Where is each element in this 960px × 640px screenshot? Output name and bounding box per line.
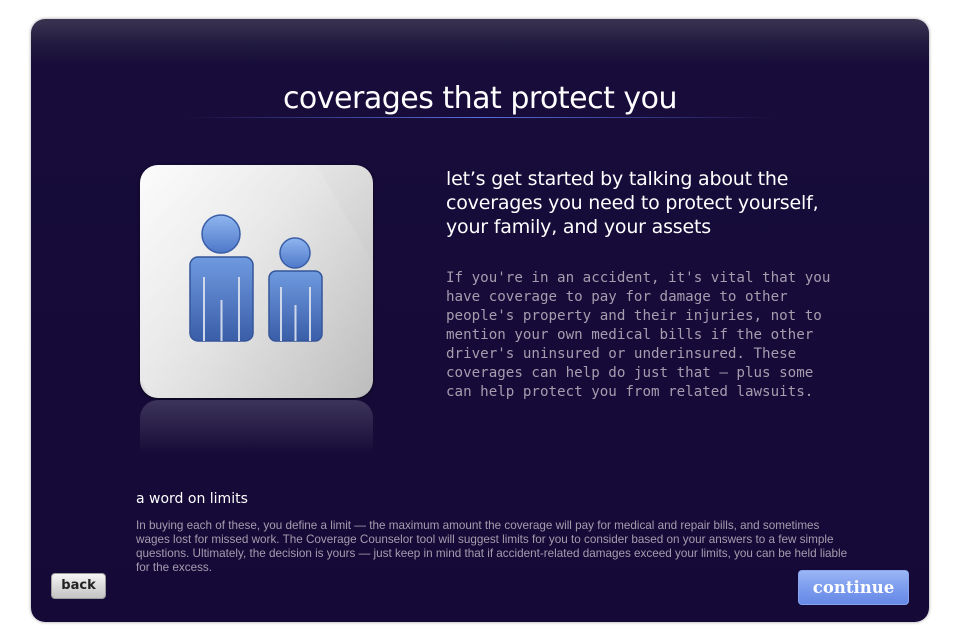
child-head <box>279 237 311 269</box>
intro-body: If you're in an accident, it's vital tha… <box>446 270 831 400</box>
family-people-icon <box>140 165 373 398</box>
icon-reflection <box>140 400 373 460</box>
adult-head <box>201 214 241 254</box>
continue-button[interactable]: continue <box>798 570 909 605</box>
main-panel: coverages that protect you let’s get sta… <box>31 19 929 622</box>
page-title: coverages that protect you <box>282 81 678 116</box>
back-button[interactable]: back <box>51 573 106 599</box>
people-figures <box>189 214 323 342</box>
limits-heading: a word on limits <box>136 491 248 507</box>
intro-headline: let’s get started by talking about the c… <box>446 168 819 238</box>
title-divider <box>181 117 779 118</box>
limits-text: In buying each of these, you define a li… <box>136 519 848 574</box>
